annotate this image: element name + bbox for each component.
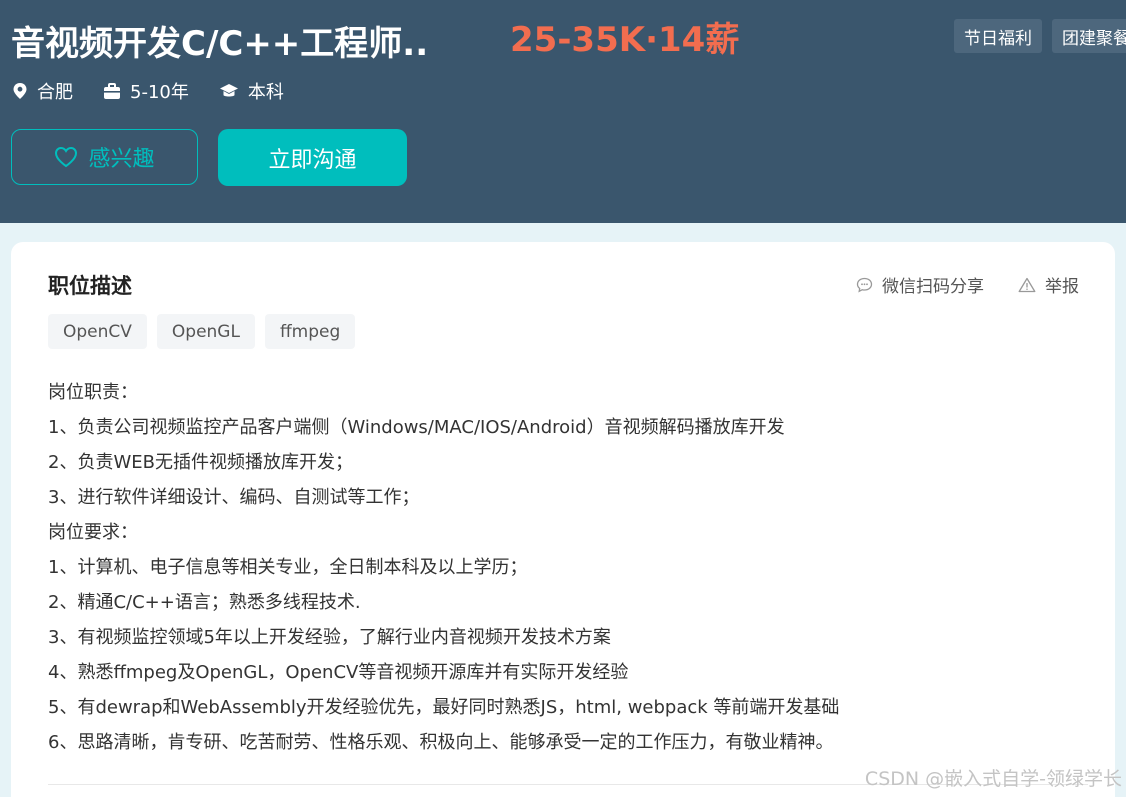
skill-tag: OpenCV — [48, 314, 147, 349]
description-line: 1、计算机、电子信息等相关专业，全日制本科及以上学历； — [48, 557, 528, 578]
welfare-tag: 节日福利 — [954, 19, 1042, 53]
description-line: 岗位要求： — [48, 522, 138, 543]
interest-label: 感兴趣 — [88, 147, 155, 172]
location-item: 合肥 — [12, 78, 73, 104]
job-description-card: 职位描述 微信扫码分享 举报 OpenCV OpenGL ffmpeg 岗位职责… — [11, 242, 1115, 797]
description-line: 2、负责WEB无插件视频播放库开发； — [48, 452, 353, 473]
job-title: 音视频开发C/C++工程师... — [11, 24, 431, 64]
job-description-text: 岗位职责： 1、负责公司视频监控产品客户端侧（Windows/MAC/IOS/A… — [48, 375, 1088, 760]
experience-item: 5-10年 — [103, 78, 189, 104]
education-text: 本科 — [247, 82, 284, 103]
wechat-share-button[interactable]: 微信扫码分享 — [856, 272, 984, 297]
warning-icon — [1018, 277, 1036, 292]
report-label: 举报 — [1045, 277, 1079, 297]
watermark: CSDN @嵌入式自学-领绿学长 — [864, 768, 1122, 790]
description-line: 6、思路清晰，肯专研、吃苦耐劳、性格乐观、积极向上、能够承受一定的工作压力，有敬… — [48, 732, 834, 753]
interest-button[interactable]: 感兴趣 — [11, 129, 198, 185]
description-line: 3、有视频监控领域5年以上开发经验，了解行业内音视频开发技术方案 — [48, 627, 611, 648]
description-line: 岗位职责： — [48, 382, 138, 403]
graduation-cap-icon — [219, 84, 238, 97]
chat-bubble-icon — [856, 277, 873, 292]
chat-now-button[interactable]: 立即沟通 — [218, 129, 407, 186]
report-button[interactable]: 举报 — [1018, 272, 1079, 297]
skill-tags: OpenCV OpenGL ffmpeg — [48, 314, 356, 349]
description-line: 1、负责公司视频监控产品客户端侧（Windows/MAC/IOS/Android… — [48, 417, 785, 438]
welfare-tags: 节日福利 团建聚餐 — [954, 19, 1126, 53]
share-label: 微信扫码分享 — [882, 277, 984, 297]
description-line: 5、有dewrap和WebAssembly开发经验优先，最好同时熟悉JS，htm… — [48, 697, 840, 718]
welfare-tag: 团建聚餐 — [1052, 19, 1126, 53]
job-meta: 合肥 5-10年 本科 — [12, 78, 314, 104]
section-title: 职位描述 — [48, 274, 132, 298]
location-pin-icon — [13, 83, 27, 99]
education-item: 本科 — [219, 78, 284, 104]
heart-icon — [55, 146, 78, 168]
salary: 25-35K·14薪 — [510, 20, 740, 60]
experience-text: 5-10年 — [130, 82, 189, 103]
job-header: 音视频开发C/C++工程师... 25-35K·14薪 节日福利 团建聚餐 合肥… — [0, 0, 1126, 223]
skill-tag: OpenGL — [156, 314, 255, 349]
description-line: 2、精通C/C++语言；熟悉多线程技术. — [48, 592, 361, 613]
location-text: 合肥 — [37, 82, 73, 103]
skill-tag: ffmpeg — [264, 314, 356, 349]
card-actions: 微信扫码分享 举报 — [822, 272, 1079, 297]
briefcase-icon — [104, 82, 120, 99]
description-line: 4、熟悉ffmpeg及OpenGL，OpenCV等音视频开源库并有实际开发经验 — [48, 662, 629, 683]
description-line: 3、进行软件详细设计、编码、自测试等工作； — [48, 487, 420, 508]
